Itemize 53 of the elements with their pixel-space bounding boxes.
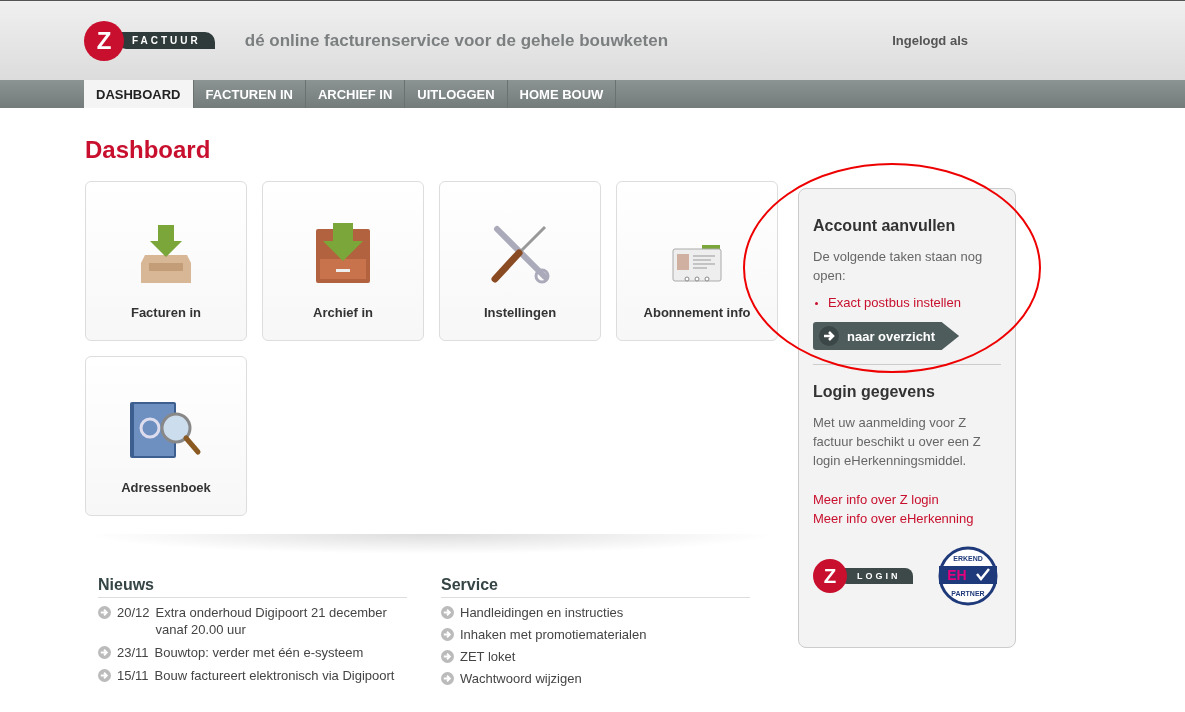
service-link[interactable]: Wachtwoord wijzigen <box>460 670 582 687</box>
nav-tab[interactable]: UITLOGGEN <box>405 80 508 108</box>
dashboard-tile[interactable]: Adressenboek <box>85 356 247 516</box>
tile-label: Archief in <box>313 305 373 320</box>
news-date: 15/11 <box>117 667 149 684</box>
news-link[interactable]: Bouwtop: verder met één e-systeem <box>154 644 364 661</box>
dashboard-tile[interactable]: Facturen in <box>85 181 247 341</box>
news-link[interactable]: Extra onderhoud Digipoort 21 december vanaf 20.00 uur <box>155 604 407 638</box>
news-heading: Nieuws <box>98 576 407 598</box>
arrow-circle-icon <box>441 672 454 685</box>
tagline: dé online facturenservice voor de gehele bouwketen <box>244 30 668 51</box>
account-text: De volgende taken staan nog open: <box>813 248 984 285</box>
arrow-circle-icon <box>98 669 111 682</box>
arrow-circle-icon <box>441 650 454 663</box>
tile-label: Abonnement info <box>643 305 751 320</box>
arrow-circle-icon <box>98 606 111 619</box>
news-link[interactable]: Bouw factureert elektronisch via Digipoort <box>154 667 395 684</box>
bullet-icon <box>815 302 818 305</box>
tile-label: Facturen in <box>130 305 202 320</box>
arrow-circle-icon <box>441 606 454 619</box>
overview-button[interactable]: naar overzicht <box>813 322 960 350</box>
logo-letter: Z <box>823 564 837 588</box>
nav-tab[interactable]: ARCHIEF IN <box>305 80 406 108</box>
dashboard-tile[interactable]: Abonnement info <box>616 181 778 341</box>
service-link[interactable]: ZET loket <box>460 648 516 665</box>
logo-letter: Z <box>96 26 112 55</box>
info-link[interactable]: Meer info over eHerkenning <box>813 509 1001 528</box>
tile-label: Adressenboek <box>121 480 211 495</box>
service-link[interactable]: Handleidingen en instructies <box>460 604 624 621</box>
arrow-circle-icon <box>98 646 111 659</box>
nav-tab[interactable]: HOME BOUW <box>507 80 617 108</box>
tools-icon <box>489 223 551 285</box>
service-link[interactable]: Inhaken met promotiematerialen <box>460 626 647 643</box>
tile-label: Instellingen <box>483 305 557 320</box>
news-date: 23/11 <box>117 644 149 661</box>
info-link[interactable]: Meer info over Z login <box>813 490 1001 509</box>
task-link[interactable]: Exact postbus instellen <box>828 295 961 310</box>
dashboard-tile[interactable]: Instellingen <box>439 181 601 341</box>
cabinet-icon <box>314 223 372 285</box>
news-date: 20/12 <box>117 604 150 622</box>
login-text: Met uw aanmelding voor Z factuur beschikt u over een Z login eHerkenningsmiddel. <box>813 414 982 470</box>
dashboard-tile[interactable]: Archief in <box>262 181 424 341</box>
arrow-right-icon <box>819 326 839 346</box>
contact-card-icon <box>672 245 722 285</box>
arrow-circle-icon <box>441 628 454 641</box>
nav-tab[interactable]: DASHBOARD <box>84 80 194 108</box>
inbox-icon <box>139 225 193 285</box>
service-heading: Service <box>441 576 750 598</box>
login-status: Ingelogd als <box>892 33 968 48</box>
login-heading: Login gegevens <box>813 383 936 401</box>
account-heading: Account aanvullen <box>813 217 957 235</box>
nav-tab[interactable]: FACTUREN IN <box>193 80 306 108</box>
page-title: Dashboard <box>85 136 212 164</box>
